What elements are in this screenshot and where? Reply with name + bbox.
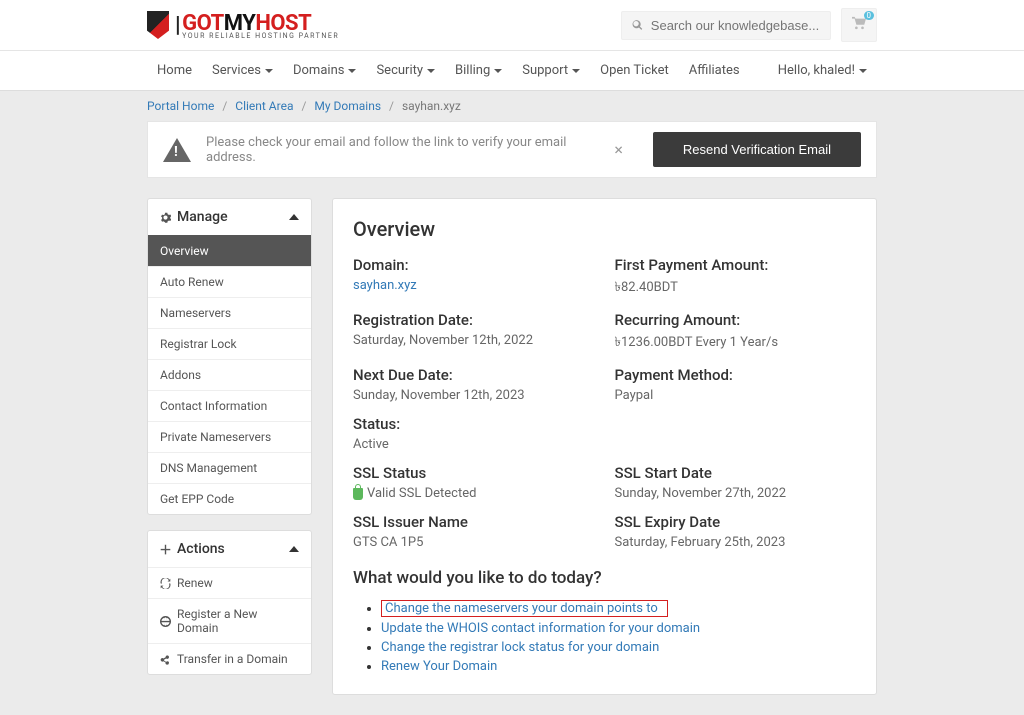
nav-open-ticket[interactable]: Open Ticket [590, 51, 679, 90]
logo-shield-icon [147, 11, 169, 39]
detail-next-due: Next Due Date: Sunday, November 12th, 20… [353, 366, 595, 403]
cart-button[interactable]: 0 [841, 8, 877, 42]
manage-registrar-lock[interactable]: Registrar Lock [148, 328, 311, 359]
manage-addons[interactable]: Addons [148, 359, 311, 390]
manage-overview[interactable]: Overview [148, 235, 311, 266]
logo-tagline: YOUR RELIABLE HOSTING PARTNER [182, 32, 339, 40]
detail-ssl-issuer: SSL Issuer Name GTS CA 1P5 [353, 513, 595, 550]
caret-down-icon [494, 69, 502, 73]
content-panel: Overview Domain: sayhan.xyz First Paymen… [332, 198, 877, 695]
manage-dns[interactable]: DNS Management [148, 452, 311, 483]
search-icon [632, 19, 643, 31]
chevron-up-icon [289, 214, 299, 220]
alert-text: Please check your email and follow the l… [206, 135, 584, 165]
detail-first-payment: First Payment Amount: ৳82.40BDT [615, 256, 857, 299]
todo-renew-domain[interactable]: Renew Your Domain [381, 659, 497, 674]
manage-epp[interactable]: Get EPP Code [148, 483, 311, 514]
todo-change-lock[interactable]: Change the registrar lock status for you… [381, 640, 659, 655]
detail-status: Status: Active [353, 415, 856, 452]
detail-ssl-expiry: SSL Expiry Date Saturday, February 25th,… [615, 513, 857, 550]
manage-header[interactable]: Manage [148, 199, 311, 235]
warning-icon [163, 138, 191, 162]
logo[interactable]: | GOTMYHOST YOUR RELIABLE HOSTING PARTNE… [147, 11, 339, 40]
nav-security[interactable]: Security [366, 51, 445, 90]
detail-payment-method: Payment Method: Paypal [615, 366, 857, 403]
detail-reg-date: Registration Date: Saturday, November 12… [353, 311, 595, 354]
lock-icon [353, 488, 363, 500]
top-header: | GOTMYHOST YOUR RELIABLE HOSTING PARTNE… [0, 0, 1024, 51]
manage-auto-renew[interactable]: Auto Renew [148, 266, 311, 297]
refresh-icon [160, 578, 171, 589]
detail-domain: Domain: sayhan.xyz [353, 256, 595, 299]
todo-list: Change the nameservers your domain point… [353, 598, 856, 676]
manage-nameservers[interactable]: Nameservers [148, 297, 311, 328]
globe-icon [160, 616, 171, 627]
share-icon [160, 654, 171, 665]
detail-recurring: Recurring Amount: ৳1236.00BDT Every 1 Ye… [615, 311, 857, 354]
caret-down-icon [348, 69, 356, 73]
action-transfer[interactable]: Transfer in a Domain [148, 643, 311, 674]
user-menu[interactable]: Hello, khaled! [768, 51, 877, 90]
verification-alert: Please check your email and follow the l… [147, 121, 877, 178]
nav-domains[interactable]: Domains [283, 51, 366, 90]
manage-private-ns[interactable]: Private Nameservers [148, 421, 311, 452]
breadcrumb-my-domains[interactable]: My Domains [314, 99, 381, 113]
actions-panel: Actions Renew Register a New Domain Tran… [147, 530, 312, 675]
alert-close-button[interactable]: × [599, 140, 638, 159]
page-title: Overview [353, 217, 856, 241]
manage-contact-info[interactable]: Contact Information [148, 390, 311, 421]
cart-badge: 0 [864, 11, 875, 20]
breadcrumb-current: sayhan.xyz [402, 99, 461, 113]
resend-verification-button[interactable]: Resend Verification Email [653, 132, 861, 167]
nav-affiliates[interactable]: Affiliates [679, 51, 750, 90]
detail-ssl-start: SSL Start Date Sunday, November 27th, 20… [615, 464, 857, 501]
domain-link[interactable]: sayhan.xyz [353, 278, 595, 293]
todo-title: What would you like to do today? [353, 568, 856, 588]
gear-icon [160, 212, 171, 223]
manage-panel: Manage Overview Auto Renew Nameservers R… [147, 198, 312, 515]
todo-update-whois[interactable]: Update the WHOIS contact information for… [381, 621, 700, 636]
chevron-up-icon [289, 546, 299, 552]
caret-down-icon [859, 69, 867, 73]
action-renew[interactable]: Renew [148, 567, 311, 598]
search-input[interactable] [651, 18, 820, 33]
caret-down-icon [265, 69, 273, 73]
caret-down-icon [572, 69, 580, 73]
breadcrumb: Portal Home / Client Area / My Domains /… [0, 91, 1024, 121]
nav-support[interactable]: Support [512, 51, 590, 90]
nav-home[interactable]: Home [147, 51, 202, 90]
nav-billing[interactable]: Billing [445, 51, 512, 90]
nav-bar: Home Services Domains Security Billing S… [0, 51, 1024, 91]
actions-header[interactable]: Actions [148, 531, 311, 567]
breadcrumb-portal-home[interactable]: Portal Home [147, 99, 214, 113]
nav-services[interactable]: Services [202, 51, 283, 90]
action-register[interactable]: Register a New Domain [148, 598, 311, 643]
caret-down-icon [427, 69, 435, 73]
todo-change-nameservers[interactable]: Change the nameservers your domain point… [381, 600, 668, 617]
breadcrumb-client-area[interactable]: Client Area [235, 99, 293, 113]
search-wrapper[interactable] [621, 11, 831, 40]
plus-icon [160, 544, 171, 555]
detail-ssl-status: SSL Status Valid SSL Detected [353, 464, 595, 501]
